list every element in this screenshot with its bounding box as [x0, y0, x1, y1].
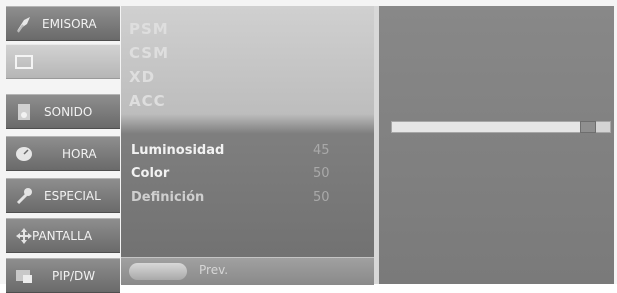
- prev-button[interactable]: [129, 263, 187, 280]
- tv-osd-menu: EMISORA SONIDO HORA ESPECIAL PANTALLA PI…: [0, 0, 617, 293]
- row-value: 50: [313, 166, 330, 181]
- category-label: SONIDO: [44, 105, 93, 119]
- prev-label: Prev.: [199, 263, 229, 277]
- clock-icon: [16, 147, 32, 161]
- submenu-highlight-band: [121, 114, 374, 134]
- category-column: EMISORA SONIDO HORA ESPECIAL PANTALLA PI…: [6, 6, 120, 293]
- category-especial[interactable]: ESPECIAL: [6, 178, 120, 213]
- submenu-row-color[interactable]: Color 50: [131, 166, 361, 186]
- category-sonido[interactable]: SONIDO: [6, 94, 120, 129]
- category-hora[interactable]: HORA: [6, 136, 120, 171]
- satellite-dish-icon: [17, 17, 30, 33]
- submenu-row-luminosidad[interactable]: Luminosidad 45: [131, 143, 361, 163]
- picture-screen-icon: [15, 55, 33, 69]
- category-imagen[interactable]: [6, 44, 120, 79]
- row-name: Definición: [131, 190, 205, 205]
- wrench-icon: [16, 188, 32, 205]
- submenu-row-definicion[interactable]: Definición 50: [131, 190, 361, 210]
- row-value: 50: [313, 190, 330, 205]
- row-name: Luminosidad: [131, 143, 225, 158]
- submenu-item-csm[interactable]: CSM: [129, 44, 169, 62]
- bottom-bar: Prev.: [121, 257, 374, 285]
- slider-fill: [392, 122, 580, 132]
- category-pantalla[interactable]: PANTALLA: [6, 218, 120, 253]
- move-arrows-icon: [16, 228, 32, 244]
- adjustment-panel: [379, 6, 614, 284]
- submenu-item-acc[interactable]: ACC: [129, 92, 166, 110]
- category-label: ESPECIAL: [44, 189, 101, 203]
- row-name: Color: [131, 166, 170, 181]
- speaker-icon: [18, 104, 30, 120]
- pip-icon: [16, 270, 32, 283]
- slider-thumb[interactable]: [580, 121, 596, 133]
- submenu-panel: PSM CSM XD ACC Luminosidad 45 Color 50 D…: [121, 6, 374, 284]
- category-label: HORA: [62, 147, 97, 161]
- row-value: 45: [313, 143, 330, 158]
- category-emisora[interactable]: EMISORA: [6, 6, 120, 41]
- category-pip-dw[interactable]: PIP/DW: [6, 258, 120, 293]
- category-label: EMISORA: [42, 17, 97, 31]
- submenu-item-xd[interactable]: XD: [129, 68, 155, 86]
- submenu-item-psm[interactable]: PSM: [129, 20, 169, 38]
- category-label: PIP/DW: [52, 269, 96, 283]
- category-label: PANTALLA: [32, 229, 93, 243]
- level-slider[interactable]: [391, 121, 611, 133]
